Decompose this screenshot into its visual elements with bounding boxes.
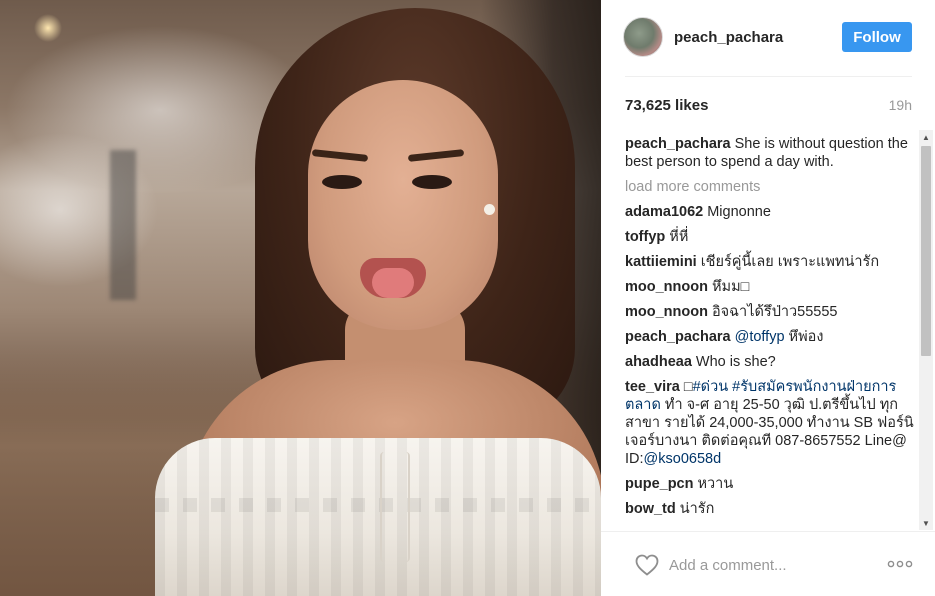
comment-item: moo_nnoon หึมม□	[625, 278, 919, 296]
avatar[interactable]	[623, 17, 663, 57]
post-header: peach_pachara Follow	[601, 0, 935, 76]
comment-text: หี่หี่	[669, 229, 689, 245]
comment-author[interactable]: peach_pachara	[625, 136, 731, 152]
comment-text: หึพ่อง	[788, 329, 824, 345]
more-options-icon[interactable]	[887, 556, 913, 572]
comments-list: peach_pachara She is without question the…	[625, 135, 919, 529]
comment-author[interactable]: peach_pachara	[625, 329, 731, 345]
comment-author[interactable]: toffyp	[625, 229, 665, 245]
username-link[interactable]: peach_pachara	[674, 29, 783, 46]
comment-footer	[601, 531, 935, 596]
photo-eye-right	[412, 175, 452, 189]
photo-tongue	[372, 268, 414, 298]
scroll-up-arrow-icon[interactable]: ▲	[919, 130, 933, 144]
comment-author[interactable]: adama1062	[625, 204, 703, 220]
photo-tie	[380, 452, 410, 562]
comment-prefix: □	[683, 379, 693, 395]
comment-text: น่ารัก	[679, 501, 715, 517]
add-comment-input[interactable]	[669, 552, 869, 578]
comment-item: adama1062 Mignonne	[625, 203, 919, 221]
comment-item: peach_pachara @toffyp หึพ่อง	[625, 328, 919, 346]
comment-text: เชียร์คู่นี้เลย เพราะแพทน่ารัก	[700, 254, 880, 270]
comment-text: Who is she?	[695, 354, 776, 370]
post-timestamp[interactable]: 19h	[889, 97, 912, 113]
comment-item: moo_nnoon อิจฉาได้รึป่าว55555	[625, 303, 919, 321]
comment-author[interactable]: kattiiemini	[625, 254, 697, 270]
comment-text: หึมม□	[711, 279, 750, 295]
comment-text: หวาน	[697, 476, 734, 492]
comment-author[interactable]: pupe_pcn	[625, 476, 693, 492]
comment-author[interactable]: ahadheaa	[625, 354, 692, 370]
comment-item: bow_td น่ารัก	[625, 500, 919, 518]
comment-author[interactable]: tee_vira	[625, 379, 680, 395]
comment-text: Mignonne	[707, 204, 771, 220]
photo-blouse	[155, 438, 601, 596]
header-divider	[625, 76, 912, 77]
comment-mention[interactable]: @toffyp	[735, 329, 785, 345]
load-more-comments[interactable]: load more comments	[625, 178, 919, 196]
comment-author[interactable]: moo_nnoon	[625, 304, 708, 320]
comment-item: tee_vira □#ด่วน #รับสมัครพนักงานฝ่ายการตล…	[625, 378, 919, 468]
photo-earring	[484, 204, 495, 215]
likes-count[interactable]: 73,625 likes	[625, 97, 708, 114]
comment-item: kattiiemini เชียร์คู่นี้เลย เพราะแพทน่ารั…	[625, 253, 919, 271]
comment-author[interactable]: bow_td	[625, 501, 676, 517]
caption: peach_pachara She is without question the…	[625, 135, 919, 171]
heart-icon[interactable]	[635, 554, 659, 576]
comment-author[interactable]: moo_nnoon	[625, 279, 708, 295]
photo-ruffle	[155, 498, 601, 512]
post-panel: peach_pachara Follow 73,625 likes 19h pe…	[601, 0, 935, 596]
comment-item: pupe_pcn หวาน	[625, 475, 919, 493]
comment-mention[interactable]: @kso0658d	[644, 451, 722, 467]
photo-door	[110, 150, 136, 300]
comments-scrollbar[interactable]: ▲ ▼	[919, 130, 933, 530]
comment-item: ahadheaa Who is she?	[625, 353, 919, 371]
comment-item: toffyp หี่หี่	[625, 228, 919, 246]
post-photo[interactable]	[0, 0, 601, 596]
scroll-down-arrow-icon[interactable]: ▼	[919, 516, 933, 530]
photo-eye-left	[322, 175, 362, 189]
comment-text: อิจฉาได้รึป่าว55555	[711, 304, 838, 320]
scroll-thumb[interactable]	[921, 146, 931, 356]
follow-button[interactable]: Follow	[842, 22, 912, 52]
